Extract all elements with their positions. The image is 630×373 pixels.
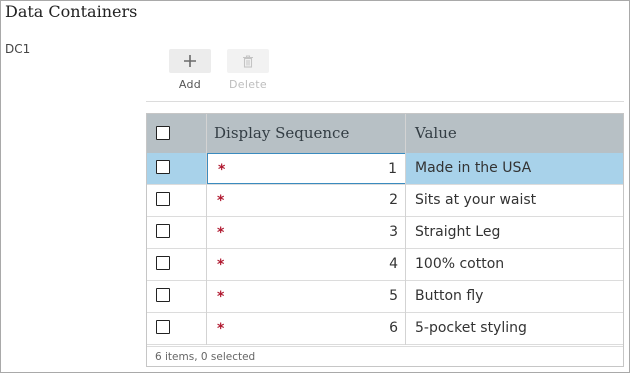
value-cell[interactable]: 5-pocket styling (415, 313, 527, 344)
delete-button[interactable]: Delete (226, 49, 270, 91)
row-checkbox[interactable] (156, 224, 170, 238)
container-label: DC1 (5, 42, 31, 56)
sequence-cell[interactable]: * 4 (207, 249, 406, 280)
column-divider (405, 114, 406, 345)
required-marker: * (217, 257, 225, 273)
sequence-value: 1 (388, 161, 397, 177)
row-checkbox[interactable] (156, 256, 170, 270)
table-row[interactable]: * 5 Button fly (147, 281, 623, 313)
required-marker: * (217, 193, 225, 209)
delete-button-label: Delete (229, 78, 267, 91)
sequence-cell[interactable]: * 5 (207, 281, 406, 312)
value-cell[interactable]: Sits at your waist (415, 185, 536, 216)
grid-status: 6 items, 0 selected (147, 346, 623, 366)
sequence-cell[interactable]: * 6 (207, 313, 406, 344)
sequence-value: 2 (389, 192, 398, 208)
column-header-display-sequence[interactable]: Display Sequence (214, 114, 349, 153)
sequence-value: 5 (389, 288, 398, 304)
required-marker: * (217, 321, 225, 337)
row-checkbox[interactable] (156, 320, 170, 334)
column-divider (206, 114, 207, 345)
row-checkbox[interactable] (156, 288, 170, 302)
grid-header: Display Sequence Value (147, 114, 623, 153)
section-title: Data Containers (5, 2, 138, 21)
add-button-label: Add (178, 78, 202, 91)
value-cell[interactable]: Button fly (415, 281, 483, 312)
add-button[interactable]: Add (168, 49, 212, 91)
sequence-cell[interactable]: * 1 (207, 153, 406, 184)
select-all-checkbox[interactable] (156, 126, 170, 140)
sequence-value: 3 (389, 224, 398, 240)
table-row[interactable]: * 2 Sits at your waist (147, 185, 623, 217)
table-row[interactable]: * 6 5-pocket styling (147, 313, 623, 345)
sequence-cell[interactable]: * 3 (207, 217, 406, 248)
data-containers-panel: Data Containers DC1 Add Delete Display S… (0, 0, 630, 373)
value-cell[interactable]: Made in the USA (415, 153, 531, 184)
table-row[interactable]: * 1 Made in the USA (147, 153, 623, 185)
value-cell[interactable]: Straight Leg (415, 217, 500, 248)
table-row[interactable]: * 4 100% cotton (147, 249, 623, 281)
sequence-value: 6 (389, 320, 398, 336)
trash-icon (243, 54, 253, 68)
table-row[interactable]: * 3 Straight Leg (147, 217, 623, 249)
row-checkbox[interactable] (156, 160, 170, 174)
value-cell[interactable]: 100% cotton (415, 249, 504, 280)
sequence-value: 4 (389, 256, 398, 272)
column-header-value[interactable]: Value (415, 114, 457, 153)
required-marker: * (218, 162, 226, 178)
data-grid: Display Sequence Value * 1 Made in the U… (146, 113, 624, 367)
sequence-cell[interactable]: * 2 (207, 185, 406, 216)
plus-icon (184, 55, 196, 67)
row-checkbox[interactable] (156, 192, 170, 206)
grid-toolbar: Add Delete (146, 49, 624, 102)
required-marker: * (217, 225, 225, 241)
required-marker: * (217, 289, 225, 305)
